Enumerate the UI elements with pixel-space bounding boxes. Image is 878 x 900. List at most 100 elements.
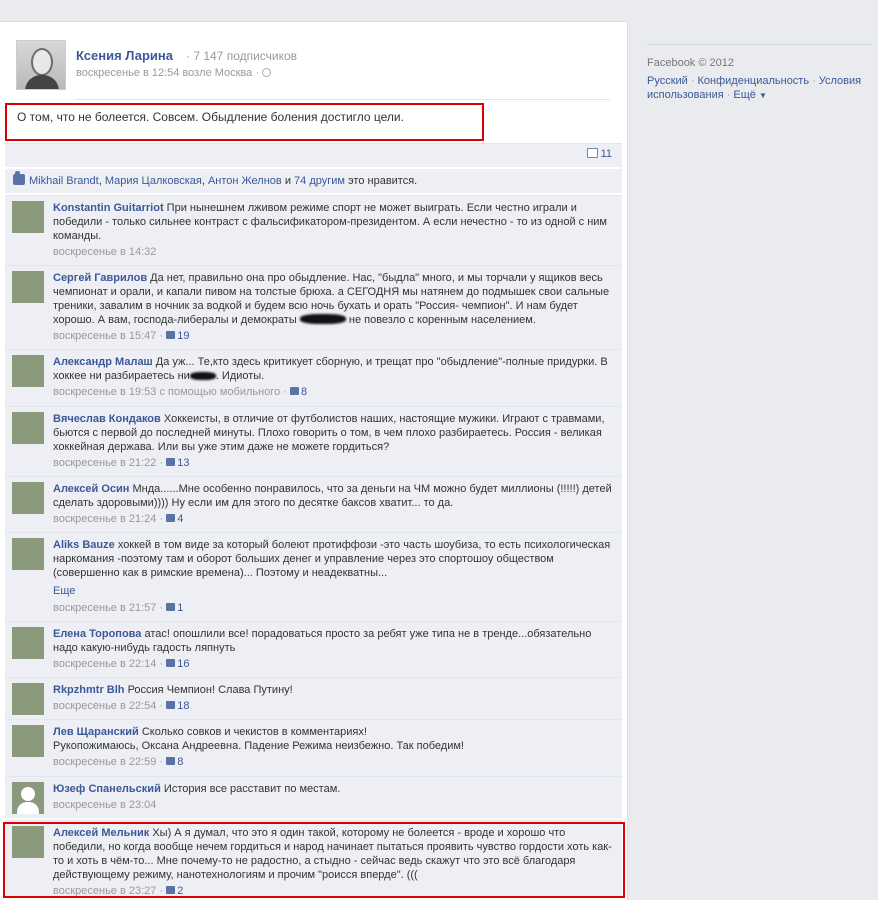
author-avatar[interactable] <box>16 40 66 90</box>
comment-count-button[interactable]: 11 <box>586 148 612 160</box>
comment-time[interactable]: воскресенье в 21:22 <box>53 457 156 469</box>
comment-item: Aliks Bauze хоккей в том виде за который… <box>5 532 622 621</box>
post-meta: воскресенье в 12:54 возле Москва · <box>76 67 272 79</box>
comment-meta: воскресенье в 22:14 · 16 <box>53 658 190 670</box>
commenter-name[interactable]: Елена Торопова <box>53 628 141 640</box>
commenter-avatar[interactable] <box>12 782 44 814</box>
commenter-avatar[interactable] <box>12 355 44 387</box>
comment-text: хоккей в том виде за который болеют прот… <box>53 539 611 579</box>
comment-item: Сергей Гаврилов Да нет, правильно она пр… <box>5 265 622 349</box>
comment-like-count[interactable]: 1 <box>166 602 183 614</box>
globe-icon <box>262 68 272 77</box>
right-sidebar: Facebook © 2012 Русский · Конфиденциальнос… <box>629 0 878 900</box>
commenter-name[interactable]: Konstantin Guitarriot <box>53 202 164 214</box>
comment-time[interactable]: воскресенье в 19:53 с помощью мобильного <box>53 386 280 398</box>
commenter-name[interactable]: Сергей Гаврилов <box>53 272 147 284</box>
liker-link[interactable]: Антон Желнов <box>208 175 282 187</box>
commenter-avatar[interactable] <box>12 482 44 514</box>
post-tools-bar: 11 <box>5 143 622 167</box>
comment-text-line2: Рукопожимаюсь, Оксана Андреевна. Падение… <box>53 740 464 752</box>
commenter-name[interactable]: Александр Малаш <box>53 356 153 368</box>
post-header: Ксения Ларина · 7 147 подписчиков воскре… <box>16 40 616 90</box>
commenter-name[interactable]: Алексей Осин <box>53 483 129 495</box>
comment-text: Мнда......Мне особенно понравилось, что … <box>53 483 612 509</box>
comment-time[interactable]: воскресенье в 22:54 <box>53 700 156 712</box>
comment-time[interactable]: воскресенье в 22:14 <box>53 658 156 670</box>
footer-links: Facebook © 2012 Русский · Конфиденциальнос… <box>647 44 872 103</box>
comment-item: Елена Торопова атас! опошлили все! порад… <box>5 621 622 677</box>
redacted-word <box>299 314 346 324</box>
comment-meta: воскресенье в 22:59 · 8 <box>53 756 184 768</box>
comment-item: Алексей Мельник Хы) А я думал, что это я… <box>5 820 622 898</box>
commenter-avatar[interactable] <box>12 201 44 233</box>
comment-time[interactable]: воскресенье в 21:24 <box>53 513 156 525</box>
commenter-avatar[interactable] <box>12 271 44 303</box>
comment-icon <box>586 148 598 158</box>
commenter-avatar[interactable] <box>12 826 44 858</box>
like-icon <box>13 171 25 185</box>
comment-item: Konstantin Guitarriot При нынешнем лживо… <box>5 195 622 265</box>
comment-time[interactable]: воскресенье в 22:59 <box>53 756 156 768</box>
comment-item: Алексей Осин Мнда......Мне особенно понр… <box>5 476 622 532</box>
comment-like-count[interactable]: 4 <box>166 513 183 525</box>
liker-link[interactable]: Mikhail Brandt <box>29 175 99 187</box>
comment-time[interactable]: воскресенье в 14:32 <box>53 245 613 259</box>
divider <box>75 99 610 100</box>
comment-item: Лев Щаранский Сколько совков и чекистов … <box>5 719 622 776</box>
comment-meta: воскресенье в 21:57 · 1 <box>53 602 184 614</box>
comment-like-count[interactable]: 8 <box>290 386 307 398</box>
more-link[interactable]: Ещё ▼ <box>733 89 767 101</box>
comment-meta: воскресенье в 21:24 · 4 <box>53 513 184 525</box>
comment-time[interactable]: воскресенье в 21:57 <box>53 602 156 614</box>
likes-suffix: это нравится. <box>348 175 418 187</box>
commenter-name[interactable]: Вячеслав Кондаков <box>53 413 161 425</box>
comment-item: Rkpzhmtr Blh Россия Чемпион! Слава Путин… <box>5 677 622 719</box>
comment-item: Юзеф Спанельский История все расставит п… <box>5 776 622 818</box>
commenter-name[interactable]: Rkpzhmtr Blh <box>53 684 125 696</box>
comment-meta: воскресенье в 15:47 · 19 <box>53 330 190 342</box>
author-name[interactable]: Ксения Ларина <box>76 48 173 63</box>
language-link[interactable]: Русский <box>647 75 688 87</box>
privacy-link[interactable]: Конфиденциальность <box>698 75 810 87</box>
comment-meta: воскресенье в 22:54 · 18 <box>53 700 190 712</box>
comment-time[interactable]: воскресенье в 15:47 <box>53 330 156 342</box>
comment-text-cont: . Идиоты. <box>215 370 265 382</box>
liker-link[interactable]: Мария Цалковская <box>105 175 202 187</box>
comment-text: Россия Чемпион! Слава Путину! <box>127 684 293 696</box>
likes-others-link[interactable]: 74 другим <box>294 175 345 187</box>
see-more-link[interactable]: Еще <box>53 584 613 598</box>
commenter-avatar[interactable] <box>12 627 44 659</box>
likes-and: и <box>284 175 291 187</box>
likes-summary: Mikhail Brandt, Мария Цалковская, Антон … <box>5 169 622 193</box>
commenter-avatar[interactable] <box>12 725 44 757</box>
commenter-avatar[interactable] <box>12 412 44 444</box>
chevron-down-icon: ▼ <box>758 91 767 100</box>
commenter-name[interactable]: Алексей Мельник <box>53 827 149 839</box>
top-gap <box>0 0 628 22</box>
commenter-avatar[interactable] <box>12 538 44 570</box>
post-text: О том, что не болеется. Совсем. Обыдлени… <box>5 103 484 141</box>
comment-time[interactable]: воскресенье в 23:27 <box>53 885 156 897</box>
comment-item: Александр Малаш Да уж... Те,кто здесь кр… <box>5 349 622 406</box>
redacted-word <box>189 372 216 380</box>
comment-like-count[interactable]: 16 <box>166 658 189 670</box>
comment-like-count[interactable]: 18 <box>166 700 189 712</box>
copyright: Facebook © 2012 <box>647 57 734 69</box>
comment-meta: воскресенье в 19:53 с помощью мобильного… <box>53 386 308 398</box>
comment-like-count[interactable]: 19 <box>166 330 189 342</box>
commenter-name[interactable]: Юзеф Спанельский <box>53 783 161 795</box>
comment-text-cont: не повезло с коренным населением. <box>348 314 536 326</box>
comment-text: История все расставит по местам. <box>163 783 341 795</box>
comment-meta: воскресенье в 23:27 · 2 <box>53 885 184 897</box>
comment-like-count[interactable]: 2 <box>166 885 183 897</box>
commenter-avatar[interactable] <box>12 683 44 715</box>
commenter-name[interactable]: Aliks Bauze <box>53 539 115 551</box>
comment-like-count[interactable]: 8 <box>166 756 183 768</box>
comment-like-count[interactable]: 13 <box>166 457 189 469</box>
comment-meta: воскресенье в 21:22 · 13 <box>53 457 190 469</box>
comment-text: Сколько совков и чекистов в комментариях… <box>141 726 367 738</box>
comment-time[interactable]: воскресенье в 23:04 <box>53 798 613 812</box>
comment-item: Вячеслав Кондаков Хоккеисты, в отличие о… <box>5 406 622 476</box>
subscriber-count[interactable]: · 7 147 подписчиков <box>186 49 297 63</box>
commenter-name[interactable]: Лев Щаранский <box>53 726 139 738</box>
